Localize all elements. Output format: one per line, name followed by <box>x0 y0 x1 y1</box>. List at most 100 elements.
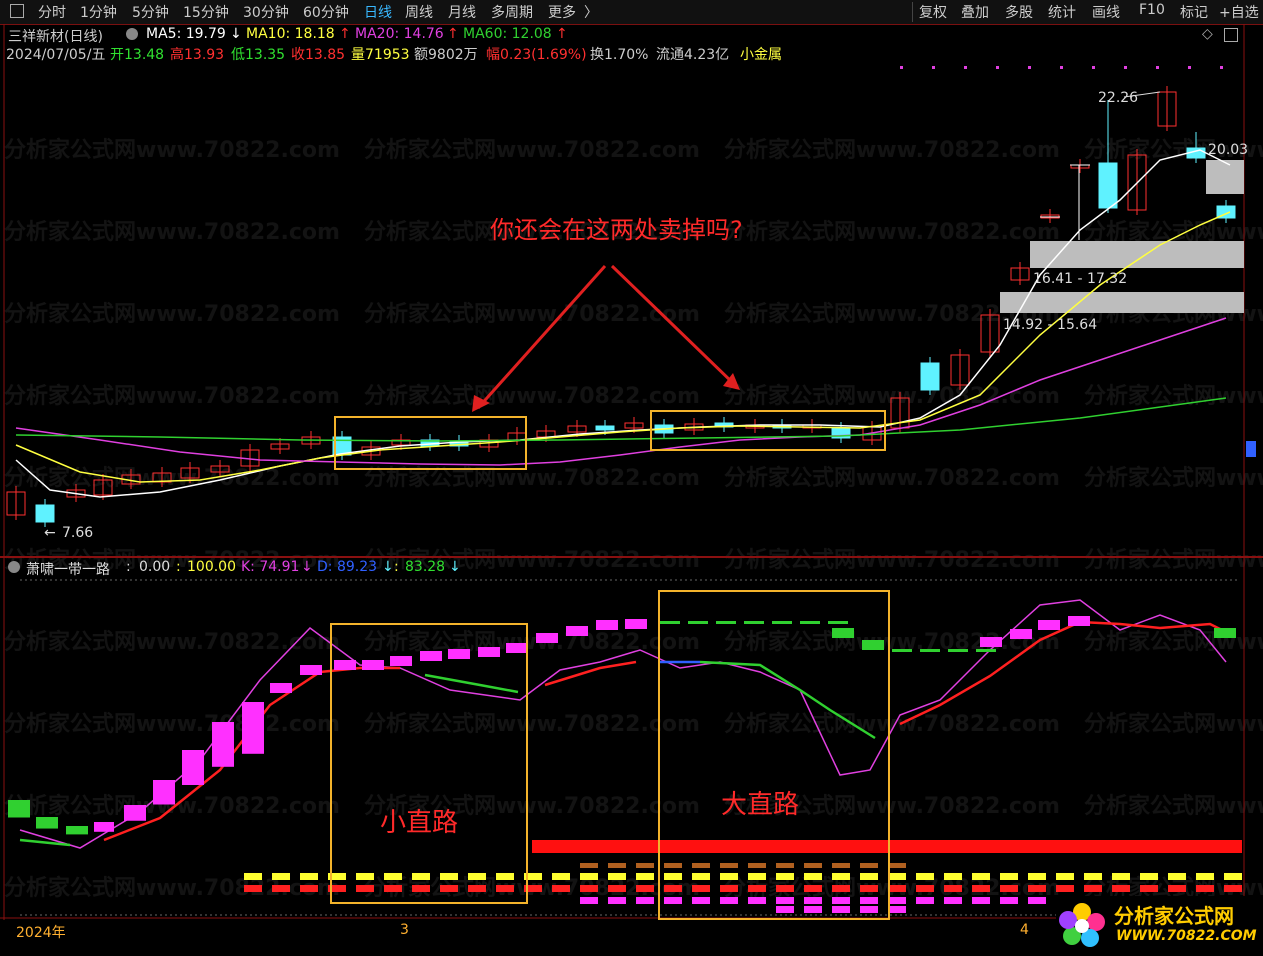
resistance-zone-1 <box>1030 241 1244 268</box>
indicator-dash <box>892 649 912 652</box>
indicator-block <box>153 780 175 805</box>
signal-dot-red <box>888 885 906 892</box>
kline-chart[interactable] <box>0 0 1263 956</box>
top-dot-marker <box>1060 66 1063 69</box>
top-dot-marker <box>964 66 967 69</box>
indicator-block <box>242 702 264 754</box>
ma20-line <box>15 317 1227 466</box>
signal-dot-red <box>916 885 934 892</box>
signal-dot-red <box>1084 885 1102 892</box>
signal-dot-brown <box>636 863 654 868</box>
signal-dot-yellow <box>1196 873 1214 880</box>
indicator-block <box>566 626 588 636</box>
top-dot-marker <box>1220 66 1223 69</box>
top-dot-marker <box>996 66 999 69</box>
signal-dot-yellow <box>1000 873 1018 880</box>
indicator-value-1: 0.00 <box>139 559 171 575</box>
candle <box>35 504 55 523</box>
signal-dot-red <box>1028 885 1046 892</box>
signal-dot-red <box>244 885 262 892</box>
top-dot-marker <box>1188 66 1191 69</box>
signal-dot-pink <box>972 897 990 904</box>
signal-dot-red <box>1112 885 1130 892</box>
signal-dot-yellow <box>636 873 654 880</box>
label-big-road: 大直路 <box>721 790 800 820</box>
signal-dot-yellow <box>1224 873 1242 880</box>
signal-dot-yellow <box>944 873 962 880</box>
signal-dot-yellow <box>580 873 598 880</box>
resistance-zone-top <box>1206 160 1244 194</box>
indicator-block <box>300 665 322 675</box>
signal-dot-yellow <box>888 873 906 880</box>
signal-dot-yellow <box>552 873 570 880</box>
signal-dot-pink <box>888 897 906 904</box>
top-dot-marker <box>1028 66 1031 69</box>
signal-dot-yellow <box>972 873 990 880</box>
signal-dot-red <box>1140 885 1158 892</box>
signal-dot-pink <box>636 897 654 904</box>
axis-month-4: 4 <box>1020 922 1029 938</box>
indicator-block <box>124 805 146 821</box>
signal-dot-yellow <box>1028 873 1046 880</box>
signal-dot-yellow <box>1084 873 1102 880</box>
resistance-zone-1-label: 16.41 - 17.32 <box>1033 271 1128 287</box>
candle <box>920 362 940 391</box>
indicator-block <box>536 633 558 643</box>
signal-dot-brown <box>608 863 626 868</box>
indicator-block <box>1038 620 1060 630</box>
indicator-d: D: 89.23 <box>317 559 378 575</box>
indicator-block <box>66 826 88 835</box>
label-small-road: 小直路 <box>380 808 459 838</box>
signal-dot-brown <box>580 863 598 868</box>
signal-dot-pink <box>888 906 906 913</box>
top-dot-marker <box>932 66 935 69</box>
top-dot-marker <box>900 66 903 69</box>
signal-dot-red <box>608 885 626 892</box>
indicator-settings-icon[interactable] <box>8 561 20 573</box>
signal-dot-pink <box>580 897 598 904</box>
indicator-sep-1: : <box>126 559 131 575</box>
logo-url-text: WWW.70822.COM <box>1116 928 1257 944</box>
indicator-block <box>1010 629 1032 639</box>
signal-dot-red <box>972 885 990 892</box>
chart-stage[interactable]: 分析家公式网www.70822.com 分析家公式网www.70822.com 分析… <box>0 0 1263 956</box>
signal-dot-red <box>552 885 570 892</box>
top-dot-marker <box>1156 66 1159 69</box>
annotation-arrow-left <box>476 265 607 409</box>
indicator-block <box>596 620 618 630</box>
signal-dot-red <box>636 885 654 892</box>
signal-dot-pink <box>944 897 962 904</box>
signal-dot-brown <box>888 863 906 868</box>
indicator-block <box>8 800 30 818</box>
indicator-block <box>1068 616 1090 626</box>
indicator-d-segment <box>899 620 1227 726</box>
signal-dot-yellow <box>1140 873 1158 880</box>
signal-dot-yellow <box>1056 873 1074 880</box>
signal-dot-red <box>1168 885 1186 892</box>
indicator-block <box>1214 628 1236 638</box>
indicator-sep-3: : <box>394 559 399 575</box>
indicator-dash <box>976 649 996 652</box>
highlight-box-2 <box>650 410 886 451</box>
low-price-arrow: ← <box>44 525 56 541</box>
signal-dot-red <box>1196 885 1214 892</box>
signal-dot-pink <box>1000 897 1018 904</box>
signal-dot-red <box>580 885 598 892</box>
signal-dot-red <box>272 885 290 892</box>
right-price-label: 20.03 <box>1208 142 1249 158</box>
signal-dot-red <box>300 885 318 892</box>
right-price-marker <box>1246 441 1256 457</box>
signal-dot-pink <box>608 897 626 904</box>
indicator-block <box>270 683 292 693</box>
signal-dot-yellow <box>608 873 626 880</box>
indicator-name: 萧啸一带一路 <box>26 562 110 578</box>
indicator-dash <box>948 649 968 652</box>
signal-dot-yellow <box>244 873 262 880</box>
candle <box>595 425 615 431</box>
annotation-arrow-right <box>610 264 736 386</box>
logo-cn-text: 分析家公式网 <box>1114 904 1234 928</box>
indicator-j-down-icon: ↓ <box>449 559 461 575</box>
resistance-zone-2-label: 14.92 - 15.64 <box>1003 317 1098 333</box>
ma60-line <box>15 397 1227 442</box>
annotation-question: 你还会在这两处卖掉吗? <box>490 216 743 244</box>
